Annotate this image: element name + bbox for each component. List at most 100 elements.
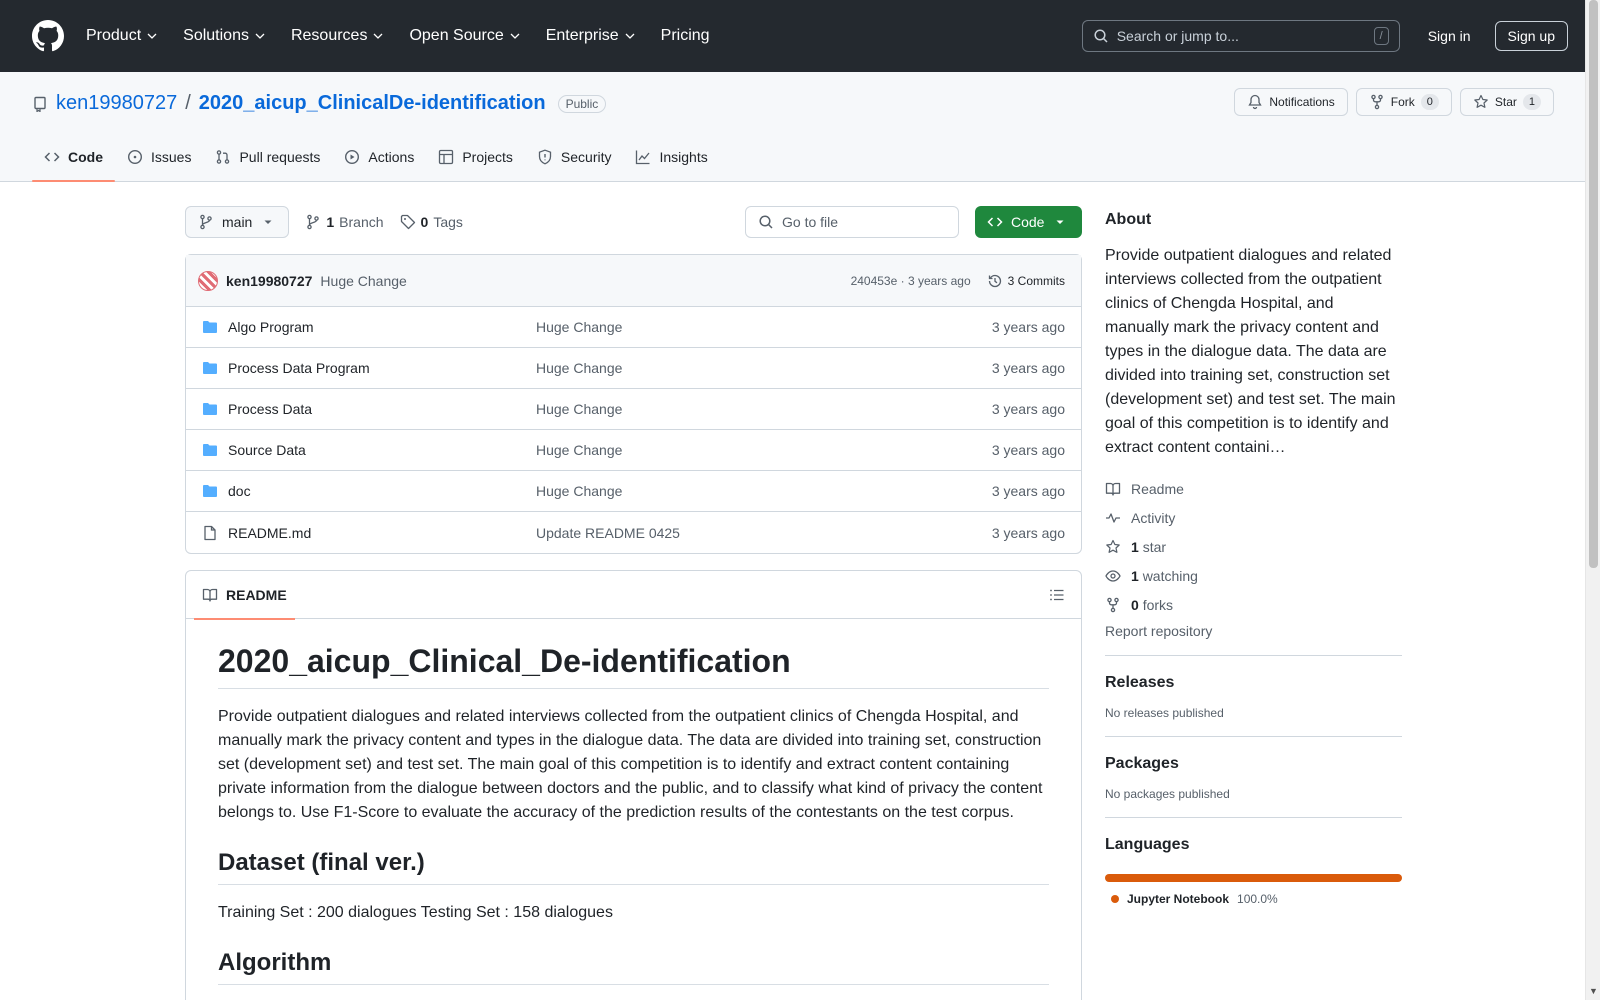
- list-icon[interactable]: [1049, 587, 1065, 603]
- file-name: README.md: [228, 524, 312, 541]
- nav-solutions[interactable]: Solutions: [183, 27, 265, 45]
- forks-label: forks: [1142, 596, 1174, 613]
- fork-button[interactable]: Fork 0: [1355, 88, 1452, 116]
- file-commit-date: 3 years ago: [991, 360, 1065, 376]
- file-name-link[interactable]: README.md: [202, 525, 536, 541]
- file-commit-message[interactable]: Huge Change: [536, 319, 622, 335]
- file-name: doc: [228, 483, 251, 499]
- tab-insights[interactable]: Insights: [623, 133, 719, 181]
- file-commit-message[interactable]: Huge Change: [536, 483, 622, 499]
- code-dropdown-button[interactable]: Code: [975, 206, 1082, 238]
- avatar[interactable]: [198, 270, 218, 291]
- language-percent: 100.0%: [1237, 892, 1278, 906]
- file-commit-message[interactable]: Huge Change: [536, 442, 622, 458]
- page-scrollbar[interactable]: ▼: [1585, 0, 1600, 1000]
- sign-up-button[interactable]: Sign up: [1494, 21, 1568, 51]
- nav-open-source[interactable]: Open Source: [409, 27, 520, 45]
- file-row[interactable]: Algo Program Huge Change 3 years ago: [186, 307, 1081, 348]
- nav-pricing-label: Pricing: [660, 27, 710, 44]
- file-name-link[interactable]: Source Data: [202, 442, 536, 458]
- file-row[interactable]: doc Huge Change 3 years ago: [186, 471, 1081, 512]
- readme-heading-algorithm: Algorithm: [218, 949, 1049, 985]
- notifications-label: Notifications: [1269, 95, 1335, 109]
- file-commit-message[interactable]: Huge Change: [536, 360, 622, 376]
- github-logo-icon[interactable]: [32, 20, 64, 52]
- file-commit-message[interactable]: Update README 0425: [536, 525, 680, 541]
- repo-owner-link[interactable]: ken19980727: [56, 92, 177, 115]
- nav-pricing[interactable]: Pricing: [661, 27, 710, 45]
- packages-heading-link[interactable]: Packages: [1105, 755, 1402, 773]
- file-row[interactable]: Process Data Program Huge Change 3 years a…: [186, 348, 1081, 389]
- commit-hash-time[interactable]: 240453e · 3 years ago: [851, 274, 971, 288]
- tab-security[interactable]: Security: [525, 133, 624, 181]
- scroll-down-arrow-icon[interactable]: ▼: [1589, 986, 1598, 996]
- file-name: Algo Program: [228, 319, 314, 335]
- readme-tab[interactable]: README: [194, 571, 295, 620]
- caret-down-icon: [1056, 220, 1064, 224]
- file-name-link[interactable]: Algo Program: [202, 319, 536, 335]
- about-sidebar: About Provide outpatient dialogues and r…: [1105, 206, 1402, 906]
- tab-actions[interactable]: Actions: [332, 133, 426, 181]
- language-item[interactable]: Jupyter Notebook 100.0%: [1105, 892, 1402, 906]
- tab-code[interactable]: Code: [32, 133, 115, 182]
- issue-icon: [127, 149, 143, 165]
- notifications-button[interactable]: Notifications: [1234, 88, 1348, 116]
- file-commit-message[interactable]: Huge Change: [536, 401, 622, 417]
- stars-link[interactable]: 1 star: [1105, 532, 1402, 561]
- fork-label: Fork: [1390, 95, 1415, 109]
- search-icon: [759, 215, 773, 229]
- commits-link[interactable]: 3 Commits: [987, 273, 1065, 289]
- nav-resources[interactable]: Resources: [291, 27, 383, 45]
- file-name-link[interactable]: Process Data Program: [202, 360, 536, 376]
- tab-projects[interactable]: Projects: [426, 133, 525, 181]
- watching-link[interactable]: 1 watching: [1105, 561, 1402, 590]
- chevron-down-icon: [625, 33, 635, 39]
- readme-header: README: [186, 571, 1081, 620]
- file-row[interactable]: Process Data Huge Change 3 years ago: [186, 389, 1081, 430]
- sign-in-link[interactable]: Sign in: [1428, 28, 1471, 44]
- global-header: Product Solutions Resources Open Source …: [0, 0, 1600, 72]
- tab-issues[interactable]: Issues: [115, 133, 203, 181]
- tab-projects-label: Projects: [462, 149, 513, 165]
- file-name-link[interactable]: Process Data: [202, 401, 536, 417]
- nav-solutions-label: Solutions: [183, 27, 249, 44]
- folder-icon: [203, 321, 217, 333]
- file-row[interactable]: README.md Update README 0425 3 years ago: [186, 512, 1081, 553]
- branches-link[interactable]: 1 Branch: [305, 214, 384, 230]
- nav-enterprise[interactable]: Enterprise: [546, 27, 635, 45]
- languages-heading: Languages: [1105, 836, 1190, 853]
- releases-section: Releases No releases published: [1105, 655, 1402, 720]
- tab-actions-label: Actions: [368, 149, 415, 165]
- commit-author-link[interactable]: ken19980727: [226, 273, 312, 289]
- file-commit-date: 3 years ago: [991, 483, 1065, 499]
- activity-link[interactable]: Activity: [1105, 503, 1402, 532]
- tab-pull-requests[interactable]: Pull requests: [203, 133, 332, 181]
- report-repository-link[interactable]: Report repository: [1105, 623, 1402, 639]
- repo-icon: [34, 96, 46, 112]
- pulse-icon: [1106, 512, 1120, 523]
- readme-intro: Provide outpatient dialogues and related…: [218, 708, 1043, 821]
- forks-link[interactable]: 0 forks: [1105, 590, 1402, 619]
- folder-icon: [203, 362, 217, 374]
- branch-selector[interactable]: main: [185, 206, 290, 238]
- file-row[interactable]: Source Data Huge Change 3 years ago: [186, 430, 1081, 471]
- scrollbar-thumb[interactable]: [1589, 0, 1598, 568]
- repo-name-link[interactable]: 2020_aicup_ClinicalDe-identification: [199, 92, 546, 115]
- book-icon: [1105, 482, 1121, 496]
- tags-link[interactable]: 0 Tags: [400, 214, 463, 230]
- folder-icon: [203, 444, 217, 456]
- search-input[interactable]: Search or jump to... /: [1081, 20, 1400, 52]
- readme-link[interactable]: Readme: [1105, 474, 1402, 503]
- go-to-file-placeholder: Go to file: [782, 214, 839, 230]
- star-button[interactable]: Star 1: [1459, 88, 1554, 116]
- star-count: 1: [1522, 94, 1541, 110]
- commit-message-link[interactable]: Huge Change: [320, 273, 406, 289]
- search-shortcut-key: /: [1373, 27, 1389, 45]
- file-list: ken19980727 Huge Change 240453e · 3 year…: [185, 254, 1082, 554]
- go-to-file-input[interactable]: Go to file: [745, 206, 959, 238]
- fork-icon: [1370, 94, 1383, 110]
- releases-heading-link[interactable]: Releases: [1105, 674, 1402, 692]
- file-name-link[interactable]: doc: [202, 483, 536, 499]
- nav-product[interactable]: Product: [86, 27, 157, 45]
- graph-icon: [636, 150, 650, 165]
